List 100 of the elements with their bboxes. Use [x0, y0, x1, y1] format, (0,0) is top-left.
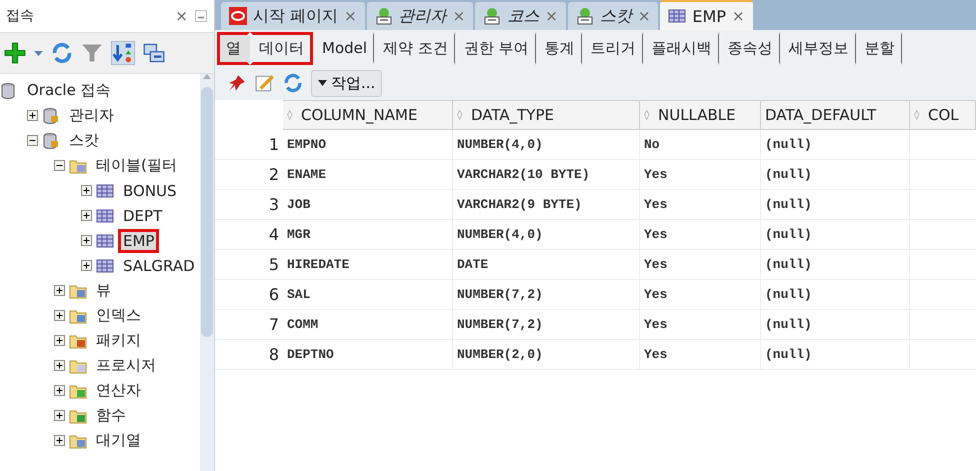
- table-cell: (null): [761, 310, 910, 340]
- tree-item[interactable]: Oracle 접속: [22, 78, 116, 103]
- collapse-toggle[interactable]: [54, 160, 65, 171]
- tree-item[interactable]: 관리자: [64, 103, 119, 128]
- editor-tab[interactable]: EMP ×: [660, 0, 753, 30]
- tree-item[interactable]: DEPT: [118, 204, 168, 228]
- expand-toggle[interactable]: [81, 210, 92, 221]
- tree-item[interactable]: 프로시저: [91, 353, 161, 378]
- table-cell: VARCHAR2(10 BYTE): [453, 160, 640, 190]
- table-cell: JOB: [283, 190, 453, 220]
- column-header[interactable]: NULLABLE: [640, 100, 761, 130]
- table-cell: NUMBER(4,0): [453, 130, 640, 160]
- tree-item[interactable]: 함수: [91, 403, 131, 428]
- tree-item[interactable]: 테이블(필터: [91, 153, 182, 178]
- expand-toggle[interactable]: [54, 360, 65, 371]
- row-number: 4: [215, 220, 283, 250]
- refresh-icon: [283, 73, 303, 93]
- row-number: 5: [215, 250, 283, 280]
- table-cell: COMM: [283, 310, 453, 340]
- filter-icon: [81, 42, 103, 64]
- row-number: 1: [215, 130, 283, 160]
- table-cell: SAL: [283, 280, 453, 310]
- expand-toggle[interactable]: [54, 310, 65, 321]
- database-plug-icon: [42, 132, 60, 150]
- column-header[interactable]: DATA_DEFAULT: [761, 100, 910, 130]
- tree-item[interactable]: 연산자: [91, 378, 146, 403]
- tree-item[interactable]: 스캇: [64, 128, 104, 153]
- close-icon[interactable]: ×: [344, 7, 357, 25]
- expand-toggle[interactable]: [54, 410, 65, 421]
- sub-tab[interactable]: 플래시백: [642, 32, 719, 64]
- column-header[interactable]: DATA_TYPE: [453, 100, 640, 130]
- table-cell: DEPTNO: [283, 340, 453, 370]
- sub-tab[interactable]: 통계: [536, 32, 582, 64]
- sub-tab[interactable]: 제약 조건: [374, 32, 455, 64]
- expand-toggle[interactable]: [81, 185, 92, 196]
- tree-item[interactable]: SALGRAD: [118, 254, 200, 278]
- close-icon[interactable]: ×: [732, 7, 745, 25]
- close-icon[interactable]: ×: [545, 7, 558, 25]
- add-icon: [4, 42, 26, 64]
- refresh-icon: [51, 42, 73, 64]
- expand-toggle[interactable]: [54, 335, 65, 346]
- close-icon[interactable]: ×: [175, 7, 188, 25]
- tree-item[interactable]: 인덱스: [91, 303, 146, 328]
- expand-toggle[interactable]: [81, 235, 92, 246]
- table-cell: Yes: [640, 280, 761, 310]
- caret-icon: [318, 80, 327, 86]
- table-cell: No: [640, 130, 761, 160]
- editor-tab[interactable]: 코스 ×: [475, 2, 566, 30]
- panel-title: 접속: [6, 7, 35, 25]
- table-cell: Yes: [640, 250, 761, 280]
- row-number: 3: [215, 190, 283, 220]
- sql-connection-icon: [576, 7, 594, 25]
- table-cell: HIREDATE: [283, 250, 453, 280]
- expand-toggle[interactable]: [54, 385, 65, 396]
- table-cell: Yes: [640, 340, 761, 370]
- tree-item[interactable]: BONUS: [118, 178, 182, 202]
- logo-icon: [229, 7, 247, 25]
- table-cell: (null): [761, 130, 910, 160]
- close-icon[interactable]: ×: [638, 7, 650, 25]
- table-cell: (null): [761, 190, 910, 220]
- tree-item[interactable]: 뷰: [91, 278, 116, 303]
- sub-tab[interactable]: 권한 부여: [454, 32, 536, 64]
- sub-tab[interactable]: 열: [217, 32, 250, 64]
- expand-toggle[interactable]: [81, 260, 92, 271]
- grid-icon: [96, 232, 114, 250]
- table-cell: (null): [761, 220, 910, 250]
- scrollbar[interactable]: [200, 74, 214, 471]
- expand-toggle[interactable]: [54, 435, 65, 446]
- table-cell: Yes: [640, 310, 761, 340]
- caret-icon[interactable]: [34, 50, 43, 56]
- minimize-icon: [194, 9, 208, 23]
- table-cell: EMPNO: [283, 130, 453, 160]
- expand-toggle[interactable]: [27, 110, 38, 121]
- tree-item[interactable]: 패키지: [91, 328, 146, 353]
- table-cell: (null): [761, 280, 910, 310]
- sub-tab[interactable]: 세부정보: [780, 32, 856, 64]
- actions-menu-button[interactable]: 작업...: [311, 70, 382, 96]
- expand-toggle[interactable]: [54, 285, 65, 296]
- sub-tab[interactable]: 분할: [856, 32, 902, 64]
- row-number: 7: [215, 310, 283, 340]
- grid-icon: [668, 7, 686, 25]
- sub-tab[interactable]: 트리거: [582, 32, 643, 64]
- row-number: 2: [215, 160, 283, 190]
- editor-tab[interactable]: 시작 페이지 ×: [221, 2, 365, 30]
- tree-item[interactable]: EMP: [118, 228, 160, 252]
- sub-tab[interactable]: Model: [313, 32, 374, 64]
- column-header[interactable]: COL: [910, 100, 976, 130]
- close-icon[interactable]: ×: [452, 7, 466, 25]
- table-cell: DATE: [453, 250, 640, 280]
- table-cell: Yes: [640, 190, 761, 220]
- column-header[interactable]: COLUMN_NAME: [283, 100, 453, 130]
- table-cell: NUMBER(7,2): [453, 310, 640, 340]
- database-plug-icon: [42, 106, 60, 124]
- collapse-all-icon: [143, 42, 165, 64]
- editor-tab[interactable]: 관리자 ×: [366, 2, 474, 30]
- editor-tab[interactable]: 스캇 ×: [568, 2, 658, 30]
- table-cell: (null): [761, 250, 910, 280]
- collapse-toggle[interactable]: [27, 135, 38, 146]
- tree-item[interactable]: 대기열: [91, 428, 146, 453]
- sub-tab[interactable]: 종속성: [718, 32, 780, 64]
